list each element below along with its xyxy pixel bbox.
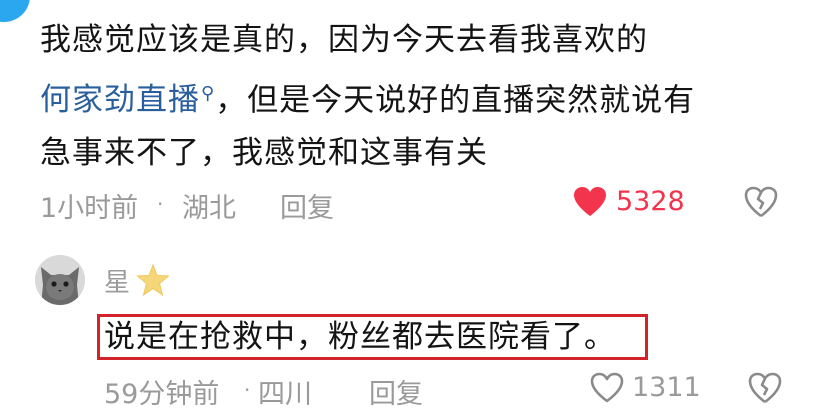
reply-avatar[interactable]: [35, 255, 85, 305]
reply-dislike-button[interactable]: [748, 372, 782, 411]
reply-like-count: 1311: [632, 372, 701, 403]
reply-username[interactable]: 星: [104, 262, 130, 299]
comment-meta-row: 1小时前 · 湖北 回复 5328: [40, 180, 800, 224]
broken-heart-icon: [744, 186, 778, 218]
comment-time: 1小时前: [40, 193, 139, 224]
broken-heart-icon: [748, 372, 782, 404]
comment-text-line2: ，但是今天说好的直播突然就说有: [215, 82, 696, 119]
comment-location: 湖北: [182, 193, 236, 224]
comment-text: 我感觉应该是真的，因为今天去看我喜欢的 何家劲直播⚲，但是今天说好的直播突然就说…: [40, 14, 800, 180]
heart-filled-icon: [574, 187, 606, 216]
reply-text: 说是在抢救中，粉丝都去医院看了。: [104, 319, 616, 355]
comment-text-line1: 我感觉应该是真的，因为今天去看我喜欢的: [40, 22, 648, 58]
reply-location: 四川: [258, 379, 312, 410]
reply-time: 59分钟前: [104, 379, 220, 410]
search-icon: ⚲: [201, 83, 216, 104]
cat-avatar-image: [35, 255, 85, 305]
like-button[interactable]: [573, 186, 607, 225]
meta-separator: ·: [244, 378, 251, 402]
meta-separator: ·: [157, 192, 164, 216]
reply-like-button[interactable]: [590, 372, 624, 411]
reply-button[interactable]: 回复: [280, 186, 334, 225]
reply-reply-button[interactable]: 回复: [369, 372, 423, 411]
dislike-button[interactable]: [744, 186, 778, 225]
reply-meta-row: 59分钟前 · 四川 回复 1311: [104, 368, 804, 411]
commenter-avatar[interactable]: [0, 0, 30, 22]
topic-link[interactable]: 何家劲直播⚲: [40, 82, 215, 118]
like-count: 5328: [616, 186, 685, 217]
topic-link-label: 何家劲直播: [40, 82, 200, 119]
heart-outline-icon: [590, 372, 624, 403]
star-icon: [136, 263, 170, 300]
comment-text-line3: 急事来不了，我感觉和这事有关: [40, 135, 488, 172]
